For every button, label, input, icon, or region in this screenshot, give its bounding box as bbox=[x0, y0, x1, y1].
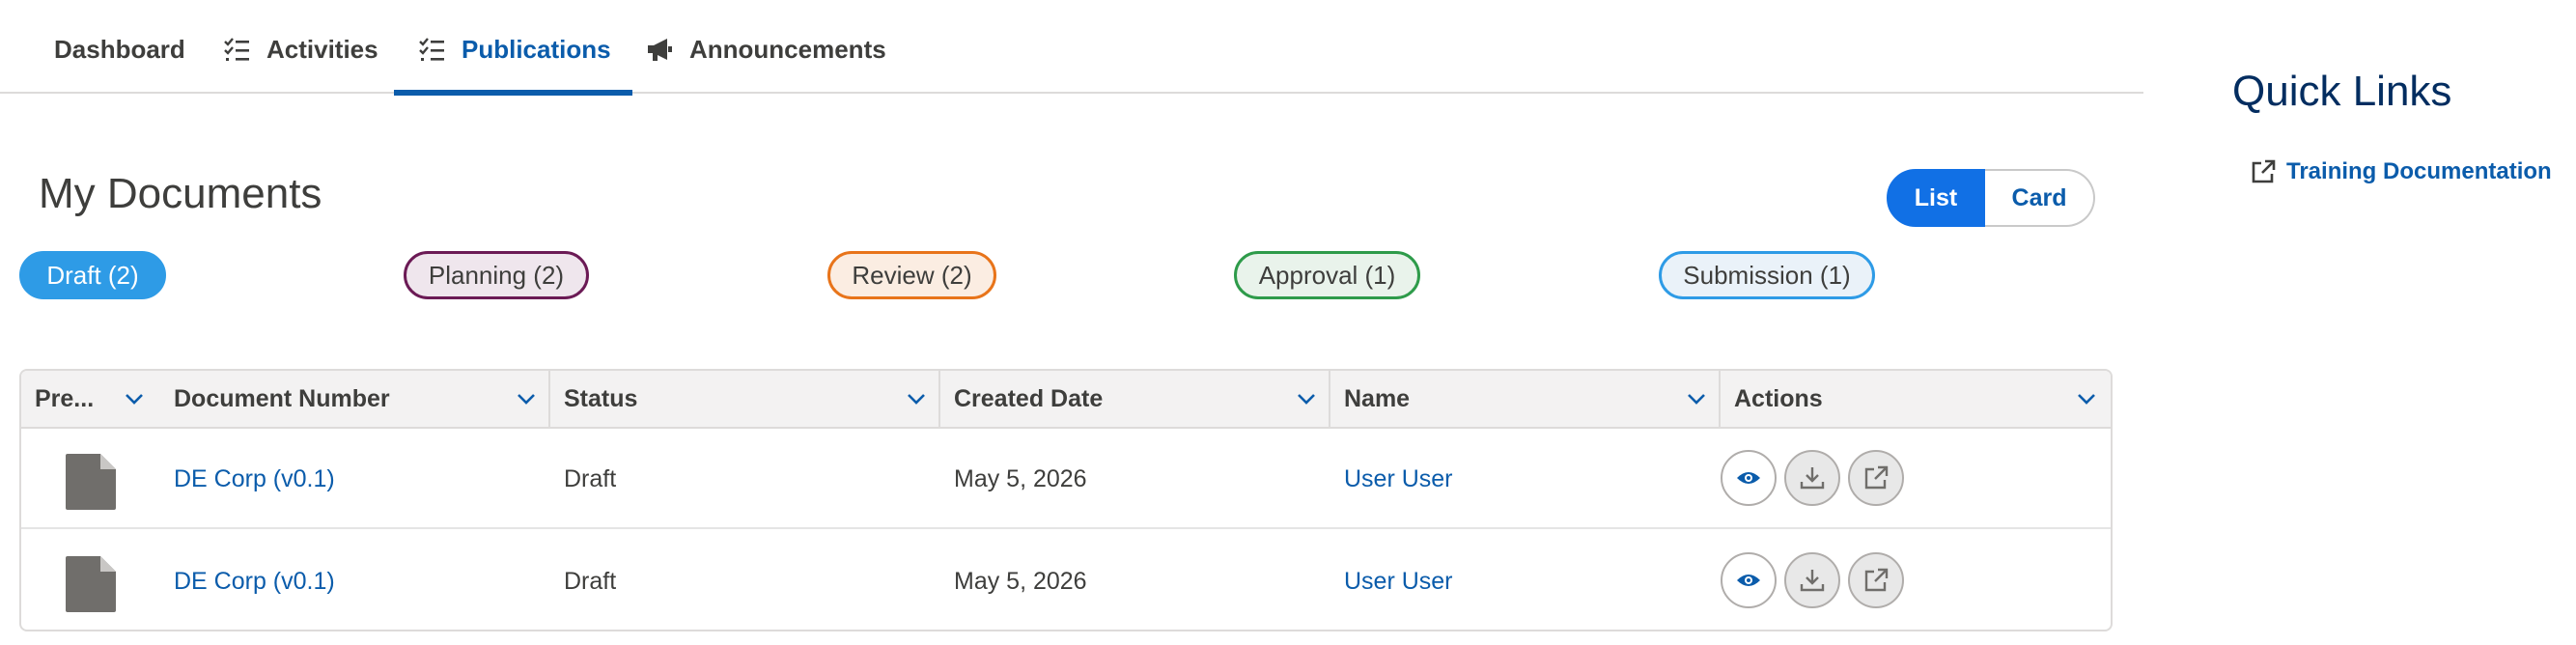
status-cell: Draft bbox=[564, 464, 617, 492]
column-header-status[interactable]: Status bbox=[564, 371, 950, 427]
chevron-down-icon[interactable] bbox=[1684, 386, 1709, 411]
document-number-link[interactable]: DE Corp (v0.1) bbox=[174, 531, 335, 630]
status-cell: Draft bbox=[564, 567, 617, 595]
tab-activities[interactable]: Activities bbox=[222, 35, 378, 94]
eye-icon bbox=[1737, 472, 1760, 484]
external-link-icon bbox=[1864, 465, 1889, 490]
checklist-icon bbox=[419, 38, 444, 61]
training-documentation-label: Training Documentation bbox=[2286, 158, 2552, 184]
tab-bar: Dashboard Activities Publications Announ… bbox=[0, 0, 2143, 96]
chevron-down-icon[interactable] bbox=[122, 386, 147, 411]
column-divider[interactable] bbox=[938, 371, 940, 427]
chevron-down-icon[interactable] bbox=[2074, 386, 2099, 411]
eye-icon bbox=[1737, 575, 1760, 586]
document-number-link[interactable]: DE Corp (v0.1) bbox=[174, 429, 335, 529]
column-header-actions[interactable]: Actions bbox=[1734, 371, 2111, 427]
user-name-link[interactable]: User User bbox=[1344, 531, 1453, 630]
page-title: My Documents bbox=[39, 170, 322, 217]
download-button[interactable] bbox=[1784, 552, 1840, 608]
external-link-icon bbox=[1864, 568, 1889, 592]
tab-dashboard[interactable]: Dashboard bbox=[54, 35, 185, 94]
chevron-down-icon[interactable] bbox=[1294, 386, 1319, 411]
tab-dashboard-label: Dashboard bbox=[54, 35, 185, 64]
documents-table: Pre... Document Number Status Created Da… bbox=[19, 369, 2113, 631]
chevron-down-icon[interactable] bbox=[514, 386, 539, 411]
external-link-icon bbox=[2252, 159, 2276, 183]
tab-activities-label: Activities bbox=[266, 35, 378, 64]
created-date-cell: May 5, 2026 bbox=[954, 464, 1087, 492]
open-external-button[interactable] bbox=[1848, 450, 1904, 506]
table-row: DE Corp (v0.1) Draft May 5, 2026 User Us… bbox=[21, 429, 2111, 529]
filter-planning[interactable]: Planning (2) bbox=[404, 251, 589, 299]
filter-draft[interactable]: Draft (2) bbox=[19, 251, 166, 299]
table-header: Pre... Document Number Status Created Da… bbox=[21, 371, 2111, 429]
filter-submission[interactable]: Submission (1) bbox=[1659, 251, 1875, 299]
filter-review[interactable]: Review (2) bbox=[827, 251, 996, 299]
view-button[interactable] bbox=[1721, 552, 1777, 608]
view-toggle: List Card bbox=[1887, 169, 2095, 227]
training-documentation-link[interactable]: Training Documentation bbox=[2250, 158, 2552, 185]
open-external-button[interactable] bbox=[1848, 552, 1904, 608]
view-button[interactable] bbox=[1721, 450, 1777, 506]
download-button[interactable] bbox=[1784, 450, 1840, 506]
column-header-preview[interactable]: Pre... bbox=[35, 371, 160, 427]
column-header-document-number[interactable]: Document Number bbox=[174, 371, 560, 427]
tab-announcements-label: Announcements bbox=[689, 35, 886, 64]
tab-announcements[interactable]: Announcements bbox=[645, 35, 886, 94]
user-name-link[interactable]: User User bbox=[1344, 429, 1453, 529]
quick-links-title: Quick Links bbox=[2232, 68, 2452, 115]
download-icon bbox=[1800, 467, 1825, 490]
checklist-icon bbox=[224, 38, 249, 61]
created-date-cell: May 5, 2026 bbox=[954, 567, 1087, 595]
column-divider[interactable] bbox=[1329, 371, 1330, 427]
column-divider[interactable] bbox=[548, 371, 550, 427]
card-view-button[interactable]: Card bbox=[1985, 169, 2095, 227]
document-icon bbox=[66, 454, 116, 510]
megaphone-icon bbox=[648, 39, 672, 61]
list-view-button[interactable]: List bbox=[1887, 169, 1985, 227]
table-row: DE Corp (v0.1) Draft May 5, 2026 User Us… bbox=[21, 531, 2111, 630]
tab-publications[interactable]: Publications bbox=[394, 35, 632, 96]
column-header-name[interactable]: Name bbox=[1344, 371, 1730, 427]
chevron-down-icon[interactable] bbox=[904, 386, 929, 411]
download-icon bbox=[1800, 570, 1825, 592]
column-header-created-date[interactable]: Created Date bbox=[954, 371, 1340, 427]
column-divider[interactable] bbox=[1719, 371, 1721, 427]
filter-approval[interactable]: Approval (1) bbox=[1234, 251, 1420, 299]
tab-publications-label: Publications bbox=[462, 35, 611, 64]
document-icon bbox=[66, 556, 116, 612]
